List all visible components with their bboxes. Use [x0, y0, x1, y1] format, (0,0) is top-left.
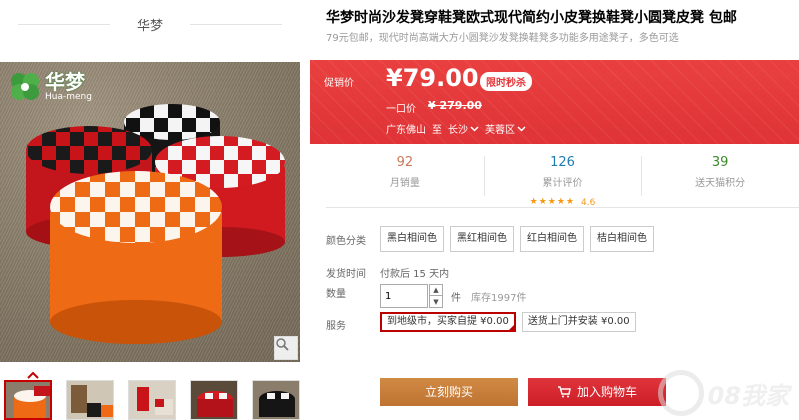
- tmall-points-label: 送天猫积分: [695, 178, 746, 189]
- color-options: 黑白相间色 黑红相间色 红白相间色 桔白相间色: [380, 226, 654, 252]
- quantity-control: ▲ ▼ 件 库存1997件: [380, 284, 526, 308]
- promo-price-label: 促销价: [324, 78, 354, 89]
- service-options: 到地级市，买家自提 ¥0.00 送货上门并安装 ¥0.00: [380, 312, 636, 332]
- stock-count: 库存1997件: [471, 292, 527, 304]
- decrease-button[interactable]: ▼: [429, 296, 443, 308]
- service-option-selected[interactable]: 到地级市，买家自提 ¥0.00: [380, 312, 516, 332]
- total-reviews-label: 累计评价: [542, 178, 583, 189]
- chevron-up-icon: ▲: [433, 286, 439, 294]
- district-select[interactable]: 芙蓉区: [485, 121, 526, 136]
- monthly-sales-label: 月销量: [389, 178, 420, 189]
- watermark-logo-icon: [657, 370, 704, 416]
- price-box: 促销价 ¥79.00 限时秒杀 一口价 ¥ 279.00 广东佛山 至 长沙 芙…: [310, 60, 799, 144]
- quantity-stepper: ▲ ▼: [429, 284, 443, 308]
- star-icon: ★: [529, 197, 538, 207]
- ship-from: 广东佛山: [386, 125, 426, 136]
- promo-price: ¥79.00: [386, 64, 479, 92]
- star-icon: ★: [547, 197, 556, 207]
- shop-header: 华梦: [0, 0, 300, 52]
- magnifier-icon: [276, 338, 289, 351]
- clover-icon: [8, 70, 42, 104]
- chevron-down-icon: [470, 125, 479, 132]
- district-value: 芙蓉区: [485, 125, 515, 136]
- flash-sale-badge: 限时秒杀: [480, 72, 532, 91]
- quantity-unit: 件: [451, 292, 461, 304]
- total-reviews[interactable]: 126 累计评价 ★ ★ ★ ★ ★ 4.6: [483, 150, 642, 208]
- rating-stars: ★ ★ ★ ★ ★ 4.6: [530, 198, 596, 208]
- section-divider: [326, 207, 799, 208]
- color-option[interactable]: 黑白相间色: [380, 226, 444, 252]
- shipping-route: 广东佛山 至 长沙 芙蓉区: [386, 121, 526, 136]
- increase-button[interactable]: ▲: [429, 284, 443, 296]
- tmall-points-value: 39: [711, 155, 729, 170]
- thumbnail-item[interactable]: [190, 380, 238, 420]
- rating-value: 4.6: [581, 197, 596, 208]
- add-to-cart-label: 加入购物车: [576, 385, 637, 399]
- tmall-points: 39 送天猫积分: [641, 150, 799, 202]
- ship-time-value: 付款后 15 天内: [380, 269, 450, 280]
- thumbnail-item[interactable]: [252, 380, 300, 420]
- thumbnail-item[interactable]: [4, 380, 52, 420]
- original-price: ¥ 279.00: [428, 99, 482, 112]
- star-icon: ★: [565, 197, 575, 207]
- site-watermark: 08我家: [657, 370, 789, 416]
- service-label: 服务: [326, 321, 346, 332]
- sales-stats: 92 月销量 126 累计评价 ★ ★ ★ ★ ★ 4.6 39 送天猫积分: [326, 150, 799, 208]
- ship-time-label: 发货时间: [326, 269, 366, 280]
- cart-icon: [557, 386, 571, 398]
- quantity-label: 数量: [326, 289, 346, 300]
- color-option[interactable]: 黑红相间色: [450, 226, 514, 252]
- total-reviews-value: 126: [550, 155, 575, 170]
- divider-line: [190, 24, 282, 25]
- star-icon: ★: [556, 197, 565, 207]
- color-option[interactable]: 红白相间色: [520, 226, 584, 252]
- ship-to-word: 至: [432, 125, 442, 136]
- logo-text-cn: 华梦: [45, 70, 85, 94]
- color-label: 颜色分类: [326, 236, 366, 247]
- chevron-down-icon: [517, 125, 526, 132]
- city-value: 长沙: [448, 125, 468, 136]
- original-price-label: 一口价: [386, 104, 416, 115]
- buy-now-button[interactable]: 立刻购买: [380, 378, 518, 406]
- stools-illustration: [0, 62, 300, 362]
- thumbnail-item[interactable]: [128, 380, 176, 420]
- product-title: 华梦时尚沙发凳穿鞋凳欧式现代简约小皮凳换鞋凳小圆凳皮凳 包邮: [326, 10, 737, 26]
- color-option[interactable]: 桔白相间色: [590, 226, 654, 252]
- zoom-button[interactable]: [274, 336, 298, 360]
- logo-text-en: Hua-meng: [45, 92, 92, 102]
- thumb-indicator-icon: [26, 365, 40, 379]
- city-select[interactable]: 长沙: [448, 121, 479, 136]
- monthly-sales-value: 92: [396, 155, 414, 170]
- thumbnail-item[interactable]: [66, 380, 114, 420]
- brand-logo: 华梦 Hua-meng: [8, 70, 92, 104]
- add-to-cart-button[interactable]: 加入购物车: [528, 378, 666, 406]
- quantity-input[interactable]: [380, 284, 428, 308]
- product-main-image[interactable]: 华梦 Hua-meng: [0, 62, 300, 362]
- service-option[interactable]: 送货上门并安装 ¥0.00: [521, 312, 636, 332]
- star-icon: ★: [538, 197, 547, 207]
- product-info-panel: 华梦时尚沙发凳穿鞋凳欧式现代简约小皮凳换鞋凳小圆凳皮凳 包邮 79元包邮，现代时…: [310, 0, 799, 420]
- monthly-sales: 92 月销量: [326, 150, 484, 202]
- product-subtitle: 79元包邮，现代时尚高端大方小圆凳沙发凳换鞋凳多功能多用途凳子，多色可选: [326, 33, 679, 44]
- thumbnail-strip: [4, 380, 300, 420]
- gallery-panel: 华梦 华梦 Hua-meng: [0, 0, 300, 420]
- chevron-down-icon: ▼: [433, 297, 439, 306]
- watermark-text: 08我家: [707, 381, 789, 410]
